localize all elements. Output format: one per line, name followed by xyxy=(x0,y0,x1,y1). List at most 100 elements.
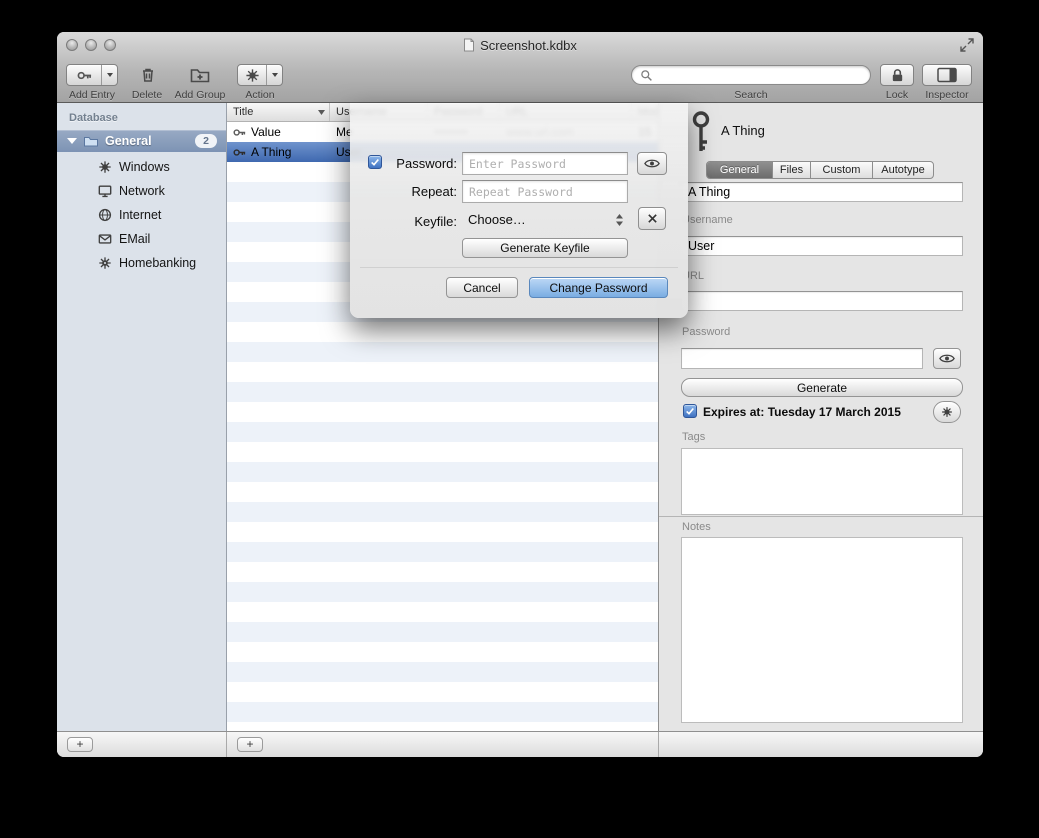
inspector-tabs: General Files Custom Autotype xyxy=(706,161,934,179)
trash-icon xyxy=(139,66,157,84)
folder-plus-icon xyxy=(190,66,210,84)
add-group-button[interactable] xyxy=(187,64,213,86)
notes-label: Notes xyxy=(682,521,711,533)
search-input[interactable] xyxy=(657,66,862,84)
notes-field[interactable] xyxy=(681,537,963,723)
search-label: Search xyxy=(701,89,801,101)
eye-icon xyxy=(939,353,955,364)
banking-icon xyxy=(97,256,112,271)
footer-divider xyxy=(658,732,659,757)
sidebar-item-network[interactable]: Network xyxy=(57,179,226,203)
action-label: Action xyxy=(230,89,290,101)
window-title: Screenshot.kdbx xyxy=(480,38,577,53)
sidebar-item-windows[interactable]: Windows xyxy=(57,155,226,179)
delete-button[interactable] xyxy=(135,64,161,86)
column-header-title[interactable]: Title xyxy=(227,103,330,121)
tab-general[interactable]: General xyxy=(707,162,773,178)
sidebar-item-label: EMail xyxy=(119,232,150,246)
dialog-divider xyxy=(360,267,678,268)
sidebar-item-label: Internet xyxy=(119,208,161,222)
folder-icon xyxy=(83,133,99,149)
disclosure-triangle-icon[interactable] xyxy=(67,138,77,144)
generate-password-button[interactable]: Generate xyxy=(681,378,963,397)
app-window: Screenshot.kdbx xyxy=(57,32,983,757)
sidebar-section-label: Database xyxy=(69,112,118,124)
tab-autotype[interactable]: Autotype xyxy=(873,162,933,178)
password-field[interactable] xyxy=(681,348,923,369)
group-label: General xyxy=(105,134,195,148)
caret-down-icon[interactable] xyxy=(266,65,282,85)
change-password-button[interactable]: Change Password xyxy=(529,277,668,298)
gear-icon xyxy=(941,406,953,418)
lock-button[interactable] xyxy=(880,64,914,86)
entry-key-icon xyxy=(689,111,713,153)
action-button[interactable] xyxy=(237,64,283,86)
add-group-label: Add Group xyxy=(164,89,236,101)
close-icon xyxy=(647,213,658,224)
group-count-badge: 2 xyxy=(195,134,217,148)
inspector-panel: A Thing General Files Custom Autotype Us… xyxy=(658,103,983,731)
dialog-keyfile-label: Keyfile: xyxy=(350,214,457,229)
repeat-password-input[interactable] xyxy=(462,180,628,203)
section-divider xyxy=(659,516,983,517)
clear-keyfile-button[interactable] xyxy=(638,207,666,230)
keyfile-popup[interactable]: Choose… xyxy=(462,208,628,231)
sidebar-item-label: Network xyxy=(119,184,165,198)
search-icon xyxy=(640,69,653,82)
sidebar-item-email[interactable]: EMail xyxy=(57,227,226,251)
gear-icon xyxy=(238,65,266,85)
generate-keyfile-button[interactable]: Generate Keyfile xyxy=(462,238,628,258)
tags-field[interactable] xyxy=(681,448,963,515)
sidebar-item-label: Homebanking xyxy=(119,256,196,270)
expires-settings-button[interactable] xyxy=(933,401,961,423)
sidebar-item-label: Windows xyxy=(119,160,170,174)
add-group-plus-button[interactable]: + xyxy=(67,737,93,752)
tags-label: Tags xyxy=(682,431,705,443)
title-field[interactable] xyxy=(681,182,963,202)
caret-down-icon[interactable] xyxy=(101,65,117,85)
gear-icon xyxy=(97,160,112,175)
new-password-input[interactable] xyxy=(462,152,628,175)
fullscreen-icon[interactable] xyxy=(960,38,974,57)
inspector-panel-icon xyxy=(937,67,957,83)
globe-icon xyxy=(97,208,112,223)
change-password-dialog: Password: Repeat: Keyfile: Choose… Gener… xyxy=(350,103,688,318)
tab-custom[interactable]: Custom xyxy=(811,162,873,178)
sidebar-item-internet[interactable]: Internet xyxy=(57,203,226,227)
add-entry-plus-button[interactable]: + xyxy=(237,737,263,752)
lock-icon xyxy=(890,68,905,83)
footer-divider xyxy=(226,732,227,757)
tab-files[interactable]: Files xyxy=(773,162,811,178)
reveal-password-button[interactable] xyxy=(933,348,961,369)
entry-title: Value xyxy=(251,125,281,139)
sidebar: Database General 2 Windows Network xyxy=(57,103,227,731)
add-entry-button[interactable] xyxy=(66,64,118,86)
sidebar-group-general[interactable]: General 2 xyxy=(57,130,226,152)
username-field[interactable] xyxy=(681,236,963,256)
titlebar: Screenshot.kdbx xyxy=(57,37,983,53)
username-label: Username xyxy=(682,214,733,226)
show-password-button[interactable] xyxy=(637,152,667,175)
key-icon xyxy=(233,126,246,139)
sidebar-item-homebanking[interactable]: Homebanking xyxy=(57,251,226,275)
entry-title: A Thing xyxy=(251,145,291,159)
column-title-label: Title xyxy=(233,106,253,118)
sort-indicator-icon xyxy=(318,110,325,115)
bottom-bar: + + xyxy=(57,731,983,757)
search-field[interactable] xyxy=(631,65,871,85)
inspector-label: Inspector xyxy=(911,89,983,101)
document-icon xyxy=(463,38,475,52)
key-icon xyxy=(67,65,101,85)
key-icon xyxy=(233,146,246,159)
inspector-button[interactable] xyxy=(922,64,972,86)
expires-label: Expires at: Tuesday 17 March 2015 xyxy=(703,405,901,419)
window-chrome: Screenshot.kdbx xyxy=(57,32,983,103)
eye-icon xyxy=(644,158,660,169)
inspector-entry-title: A Thing xyxy=(721,123,765,138)
url-field[interactable] xyxy=(681,291,963,311)
envelope-icon xyxy=(97,232,112,247)
expires-checkbox[interactable] xyxy=(683,404,697,418)
password-label: Password xyxy=(682,326,730,338)
cancel-button[interactable]: Cancel xyxy=(446,277,518,298)
dialog-password-label: Password: xyxy=(350,156,457,171)
